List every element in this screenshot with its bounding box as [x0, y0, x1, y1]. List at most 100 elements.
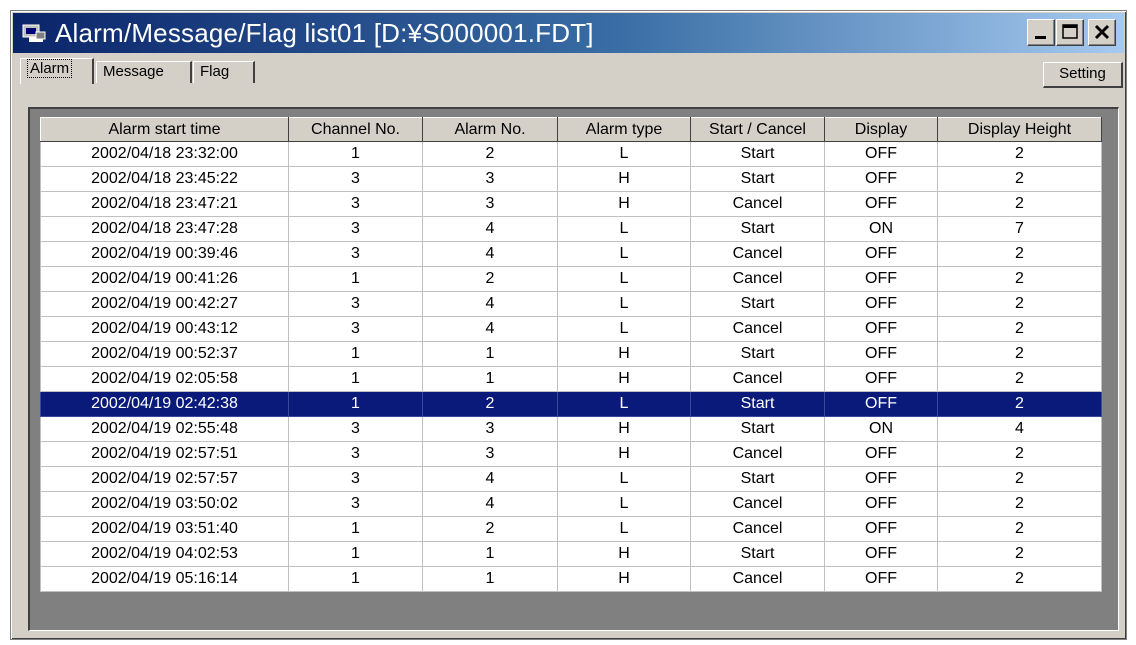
cell-channel-no[interactable]: 3 [288, 316, 423, 342]
cell-alarm-start-time[interactable]: 2002/04/19 02:05:58 [40, 366, 289, 392]
column-header-display-height[interactable]: Display Height [937, 117, 1102, 142]
cell-alarm-start-time[interactable]: 2002/04/18 23:47:21 [40, 191, 289, 217]
cell-display-height[interactable]: 2 [937, 541, 1102, 567]
cell-display-height[interactable]: 2 [937, 266, 1102, 292]
cell-alarm-no[interactable]: 4 [422, 216, 558, 242]
cell-start-cancel[interactable]: Start [690, 141, 825, 167]
cell-alarm-type[interactable]: H [557, 166, 691, 192]
cell-alarm-no[interactable]: 2 [422, 141, 558, 167]
cell-start-cancel[interactable]: Start [690, 391, 825, 417]
cell-alarm-type[interactable]: L [557, 291, 691, 317]
table-row[interactable]: 2002/04/18 23:45:22 3 3 H Start OFF 2 [40, 166, 1102, 192]
cell-alarm-start-time[interactable]: 2002/04/19 02:55:48 [40, 416, 289, 442]
cell-channel-no[interactable]: 3 [288, 166, 423, 192]
cell-display-height[interactable]: 2 [937, 516, 1102, 542]
table-row[interactable]: 2002/04/18 23:32:00 1 2 L Start OFF 2 [40, 141, 1102, 167]
cell-channel-no[interactable]: 3 [288, 416, 423, 442]
cell-channel-no[interactable]: 1 [288, 366, 423, 392]
cell-display[interactable]: OFF [824, 466, 938, 492]
cell-display[interactable]: OFF [824, 391, 938, 417]
cell-alarm-no[interactable]: 1 [422, 541, 558, 567]
cell-alarm-start-time[interactable]: 2002/04/19 04:02:53 [40, 541, 289, 567]
cell-alarm-type[interactable]: H [557, 416, 691, 442]
cell-display-height[interactable]: 2 [937, 566, 1102, 592]
cell-channel-no[interactable]: 1 [288, 541, 423, 567]
column-header-start-cancel[interactable]: Start / Cancel [690, 117, 825, 142]
cell-display-height[interactable]: 2 [937, 391, 1102, 417]
cell-alarm-no[interactable]: 2 [422, 391, 558, 417]
cell-alarm-no[interactable]: 3 [422, 166, 558, 192]
cell-display[interactable]: OFF [824, 341, 938, 367]
cell-display[interactable]: OFF [824, 366, 938, 392]
cell-alarm-start-time[interactable]: 2002/04/19 02:57:51 [40, 441, 289, 467]
cell-alarm-no[interactable]: 2 [422, 266, 558, 292]
cell-channel-no[interactable]: 1 [288, 341, 423, 367]
cell-channel-no[interactable]: 3 [288, 491, 423, 517]
cell-start-cancel[interactable]: Cancel [690, 266, 825, 292]
cell-display-height[interactable]: 2 [937, 166, 1102, 192]
cell-alarm-no[interactable]: 4 [422, 316, 558, 342]
cell-display[interactable]: OFF [824, 516, 938, 542]
cell-alarm-start-time[interactable]: 2002/04/19 03:51:40 [40, 516, 289, 542]
cell-alarm-type[interactable]: H [557, 441, 691, 467]
cell-alarm-type[interactable]: H [557, 541, 691, 567]
cell-display[interactable]: OFF [824, 191, 938, 217]
cell-display-height[interactable]: 4 [937, 416, 1102, 442]
cell-channel-no[interactable]: 1 [288, 266, 423, 292]
cell-display[interactable]: OFF [824, 266, 938, 292]
cell-start-cancel[interactable]: Start [690, 291, 825, 317]
app-icon[interactable] [21, 22, 47, 44]
cell-alarm-no[interactable]: 3 [422, 441, 558, 467]
cell-alarm-start-time[interactable]: 2002/04/19 02:57:57 [40, 466, 289, 492]
table-row[interactable]: 2002/04/19 05:16:14 1 1 H Cancel OFF 2 [40, 566, 1102, 592]
cell-alarm-no[interactable]: 3 [422, 416, 558, 442]
cell-display[interactable]: OFF [824, 141, 938, 167]
tab-alarm[interactable]: Alarm [20, 58, 94, 84]
cell-start-cancel[interactable]: Cancel [690, 566, 825, 592]
cell-display-height[interactable]: 2 [937, 316, 1102, 342]
column-header-alarm-no[interactable]: Alarm No. [422, 117, 558, 142]
cell-display-height[interactable]: 2 [937, 191, 1102, 217]
cell-display[interactable]: OFF [824, 241, 938, 267]
cell-start-cancel[interactable]: Cancel [690, 441, 825, 467]
table-row[interactable]: 2002/04/19 02:57:57 3 4 L Start OFF 2 [40, 466, 1102, 492]
cell-alarm-start-time[interactable]: 2002/04/19 00:42:27 [40, 291, 289, 317]
cell-display-height[interactable]: 2 [937, 441, 1102, 467]
table-row[interactable]: 2002/04/19 00:42:27 3 4 L Start OFF 2 [40, 291, 1102, 317]
cell-channel-no[interactable]: 3 [288, 241, 423, 267]
table-row[interactable]: 2002/04/19 00:52:37 1 1 H Start OFF 2 [40, 341, 1102, 367]
cell-display-height[interactable]: 2 [937, 241, 1102, 267]
cell-display[interactable]: OFF [824, 491, 938, 517]
cell-start-cancel[interactable]: Start [690, 341, 825, 367]
cell-alarm-start-time[interactable]: 2002/04/19 03:50:02 [40, 491, 289, 517]
cell-start-cancel[interactable]: Cancel [690, 191, 825, 217]
cell-alarm-type[interactable]: L [557, 516, 691, 542]
title-bar[interactable]: Alarm/Message/Flag list01 [D:¥S000001.FD… [13, 13, 1124, 53]
column-header-alarm-type[interactable]: Alarm type [557, 117, 691, 142]
tab-flag[interactable]: Flag [193, 61, 255, 83]
cell-alarm-type[interactable]: L [557, 141, 691, 167]
cell-start-cancel[interactable]: Start [690, 166, 825, 192]
close-button[interactable] [1088, 19, 1116, 46]
cell-display[interactable]: OFF [824, 441, 938, 467]
cell-alarm-start-time[interactable]: 2002/04/18 23:47:28 [40, 216, 289, 242]
cell-alarm-type[interactable]: L [557, 241, 691, 267]
table-row[interactable]: 2002/04/19 02:55:48 3 3 H Start ON 4 [40, 416, 1102, 442]
cell-alarm-no[interactable]: 4 [422, 241, 558, 267]
table-row[interactable]: 2002/04/18 23:47:21 3 3 H Cancel OFF 2 [40, 191, 1102, 217]
table-row[interactable]: 2002/04/18 23:47:28 3 4 L Start ON 7 [40, 216, 1102, 242]
cell-alarm-start-time[interactable]: 2002/04/19 00:43:12 [40, 316, 289, 342]
cell-alarm-type[interactable]: L [557, 266, 691, 292]
cell-display-height[interactable]: 2 [937, 491, 1102, 517]
cell-alarm-start-time[interactable]: 2002/04/19 00:52:37 [40, 341, 289, 367]
cell-alarm-no[interactable]: 1 [422, 341, 558, 367]
table-row[interactable]: 2002/04/19 03:51:40 1 2 L Cancel OFF 2 [40, 516, 1102, 542]
cell-start-cancel[interactable]: Start [690, 541, 825, 567]
column-header-display[interactable]: Display [824, 117, 938, 142]
column-header-channel-no[interactable]: Channel No. [288, 117, 423, 142]
cell-alarm-start-time[interactable]: 2002/04/19 00:41:26 [40, 266, 289, 292]
cell-alarm-no[interactable]: 3 [422, 191, 558, 217]
cell-channel-no[interactable]: 1 [288, 391, 423, 417]
table-row[interactable]: 2002/04/19 02:42:38 1 2 L Start OFF 2 [40, 391, 1102, 417]
cell-channel-no[interactable]: 1 [288, 141, 423, 167]
